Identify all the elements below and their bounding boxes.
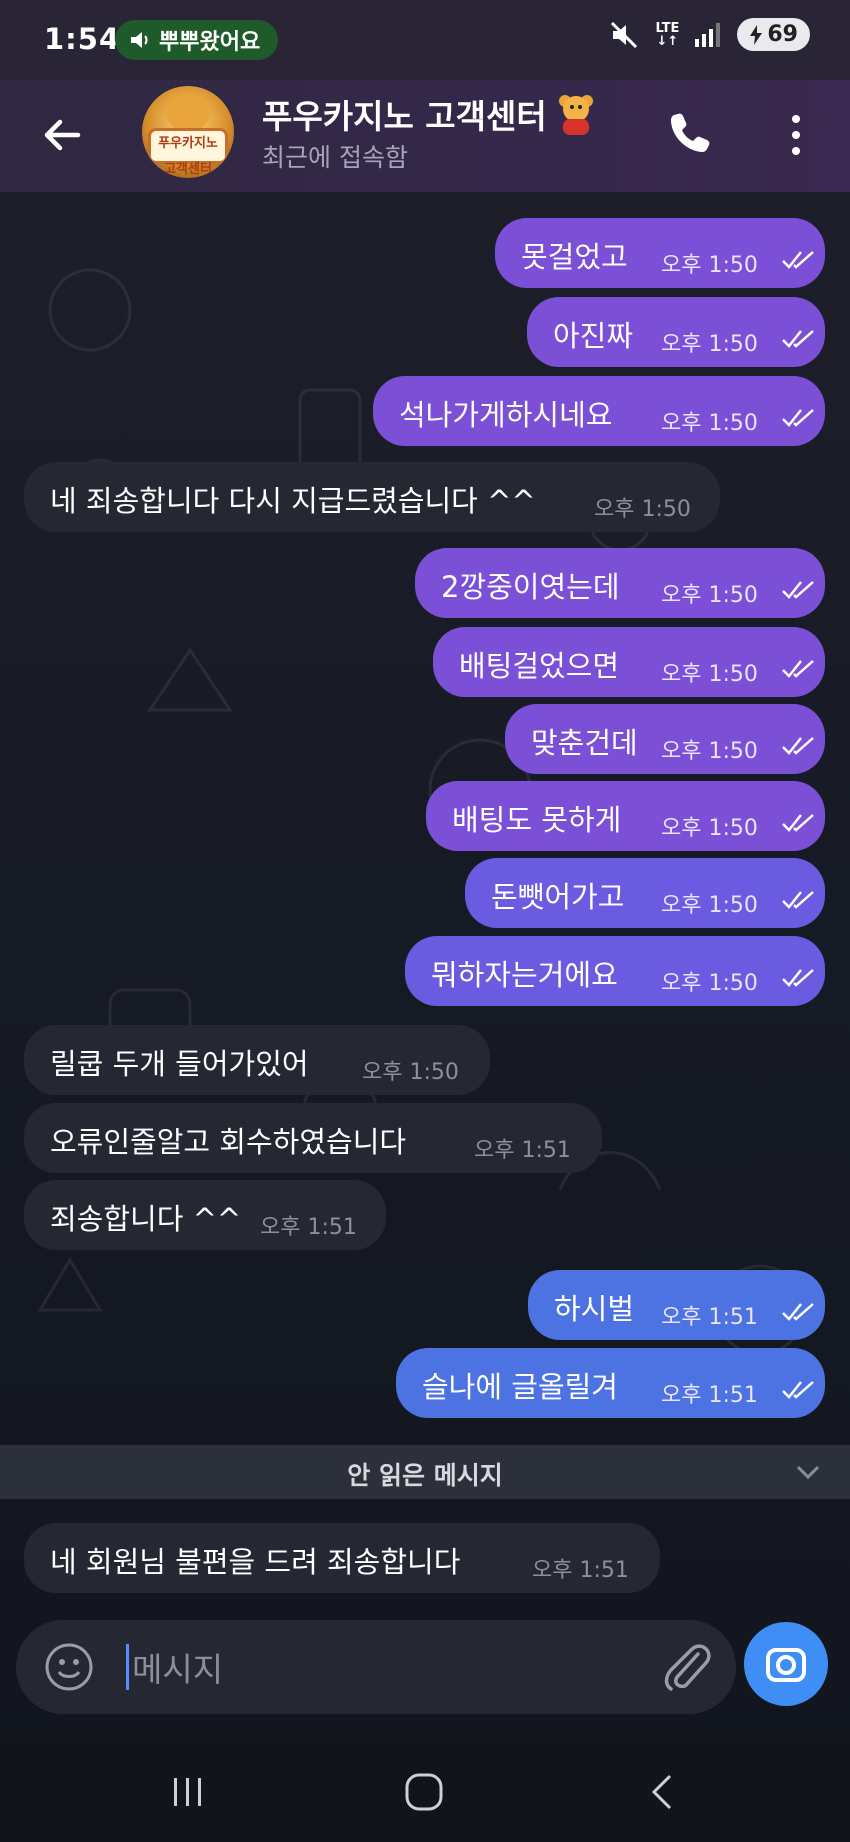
message-text: 죄송합니다 ^^ <box>50 1202 242 1236</box>
message-time: 오후 1:50 <box>661 411 758 436</box>
message-time: 오후 1:51 <box>661 1305 758 1330</box>
system-navigation-bar <box>0 1742 850 1842</box>
avatar-badge-text: 푸우카지노 고객센터 <box>148 128 228 177</box>
charging-icon <box>750 24 763 45</box>
unread-divider-label: 안 읽은 메시지 <box>347 1461 503 1490</box>
phone-icon[interactable] <box>666 108 714 156</box>
battery-indicator: 69 <box>737 18 810 51</box>
back-arrow-icon[interactable] <box>38 110 88 160</box>
chat-title[interactable]: 푸우카지노 고객센터 <box>262 90 597 138</box>
message-text: 오류인줄알고 회수하였습니다 <box>50 1125 407 1159</box>
chat-header: 푸우카지노 고객센터 푸우카지노 고객센터 최근에 접속함 <box>0 80 850 192</box>
read-checks-icon <box>782 581 814 599</box>
message-time: 오후 1:50 <box>661 816 758 841</box>
network-indicator: LTE ↓↑ <box>655 20 680 49</box>
chevron-down-icon[interactable] <box>795 1463 821 1481</box>
message-time: 오후 1:50 <box>362 1060 459 1085</box>
read-checks-icon <box>782 737 814 755</box>
recent-apps-icon[interactable] <box>170 1774 206 1810</box>
message-bubble-incoming[interactable]: 오류인줄알고 회수하였습니다 오후 1:51 <box>24 1103 602 1173</box>
message-time: 오후 1:50 <box>661 893 758 918</box>
message-text: 뭐하자는거에요 <box>431 958 618 992</box>
bear-head-icon <box>166 94 210 132</box>
message-time: 오후 1:51 <box>532 1558 629 1583</box>
message-time: 오후 1:50 <box>661 739 758 764</box>
message-bubble-incoming[interactable]: 죄송합니다 ^^ 오후 1:51 <box>24 1180 386 1250</box>
message-text: 아진짜 <box>553 319 634 353</box>
read-checks-icon <box>782 891 814 909</box>
read-checks-icon <box>782 969 814 987</box>
message-bubble-outgoing[interactable]: 2깡중이엿는데 오후 1:50 <box>415 548 825 618</box>
message-bubble-outgoing[interactable]: 슬나에 글올릴겨 오후 1:51 <box>396 1348 825 1418</box>
read-checks-icon <box>782 251 814 269</box>
ongoing-call-chip[interactable]: 뿌뿌왔어요 <box>115 20 279 60</box>
message-time: 오후 1:51 <box>260 1215 357 1240</box>
camera-icon <box>766 1648 806 1682</box>
message-time: 오후 1:51 <box>661 1383 758 1408</box>
read-checks-icon <box>782 1381 814 1399</box>
mute-icon <box>611 21 638 48</box>
speaker-icon <box>131 32 148 48</box>
message-time: 오후 1:51 <box>474 1138 571 1163</box>
message-bubble-incoming[interactable]: 네 죄송합니다 다시 지급드렸습니다 ^^ 오후 1:50 <box>24 462 720 532</box>
call-chip-label: 뿌뿌왔어요 <box>159 30 261 55</box>
message-text: 슬나에 글올릴겨 <box>422 1370 618 1404</box>
message-bubble-outgoing[interactable]: 돈뺏어가고 오후 1:50 <box>465 858 825 928</box>
message-bubble-incoming[interactable]: 네 회원님 불편을 드려 죄송합니다 오후 1:51 <box>24 1523 660 1593</box>
message-bubble-outgoing[interactable]: 아진짜 오후 1:50 <box>527 297 825 367</box>
message-text: 네 회원님 불편을 드려 죄송합니다 <box>50 1545 461 1579</box>
message-bubble-outgoing[interactable]: 맞춘건데 오후 1:50 <box>505 704 825 774</box>
message-bubble-incoming[interactable]: 릴쿱 두개 들어가있어 오후 1:50 <box>24 1025 490 1095</box>
clock: 1:54 <box>44 22 121 56</box>
avatar[interactable]: 푸우카지노 고객센터 <box>142 86 234 178</box>
attachment-icon[interactable] <box>662 1640 712 1694</box>
read-checks-icon <box>782 330 814 348</box>
camera-button[interactable] <box>744 1622 828 1706</box>
message-input-bar: 메시지 <box>16 1620 736 1714</box>
more-vertical-icon[interactable] <box>786 110 806 160</box>
message-text: 맞춘건데 <box>531 726 638 760</box>
text-cursor <box>126 1644 129 1690</box>
message-time: 오후 1:50 <box>661 253 758 278</box>
last-seen-status: 최근에 접속함 <box>262 143 408 172</box>
message-bubble-outgoing[interactable]: 배팅도 못하게 오후 1:50 <box>426 781 825 851</box>
message-bubble-outgoing[interactable]: 뭐하자는거에요 오후 1:50 <box>405 936 825 1006</box>
message-text: 2깡중이엿는데 <box>441 570 620 604</box>
message-bubble-outgoing[interactable]: 못걸었고 오후 1:50 <box>495 218 825 288</box>
read-checks-icon <box>782 814 814 832</box>
message-text: 배팅걸었으면 <box>459 649 620 683</box>
message-text: 네 죄송합니다 다시 지급드렸습니다 ^^ <box>50 484 536 518</box>
message-time: 오후 1:50 <box>661 971 758 996</box>
back-icon[interactable] <box>648 1772 676 1812</box>
message-time: 오후 1:50 <box>594 497 691 522</box>
message-bubble-outgoing[interactable]: 석나가게하시네요 오후 1:50 <box>373 376 825 446</box>
message-text: 못걸었고 <box>521 240 628 274</box>
signal-icon <box>695 22 721 47</box>
home-icon[interactable] <box>404 1772 444 1812</box>
message-bubble-outgoing[interactable]: 하시벌 오후 1:51 <box>528 1270 825 1340</box>
unread-messages-divider: 안 읽은 메시지 <box>0 1445 850 1499</box>
message-time: 오후 1:50 <box>661 662 758 687</box>
message-text: 석나가게하시네요 <box>399 398 613 432</box>
message-text: 돈뺏어가고 <box>491 880 625 914</box>
message-text: 배팅도 못하게 <box>452 803 622 837</box>
read-checks-icon <box>782 409 814 427</box>
message-text: 릴쿱 두개 들어가있어 <box>50 1047 309 1081</box>
message-bubble-outgoing[interactable]: 배팅걸었으면 오후 1:50 <box>433 627 825 697</box>
message-input[interactable]: 메시지 <box>132 1643 223 1691</box>
read-checks-icon <box>782 1303 814 1321</box>
read-checks-icon <box>782 660 814 678</box>
emoji-icon[interactable] <box>44 1642 94 1692</box>
message-time: 오후 1:50 <box>661 332 758 357</box>
status-bar: 1:54 뿌뿌왔어요 LTE ↓↑ 69 <box>0 0 850 80</box>
message-time: 오후 1:50 <box>661 583 758 608</box>
bear-emoji-icon <box>558 95 593 135</box>
message-text: 하시벌 <box>554 1292 635 1326</box>
